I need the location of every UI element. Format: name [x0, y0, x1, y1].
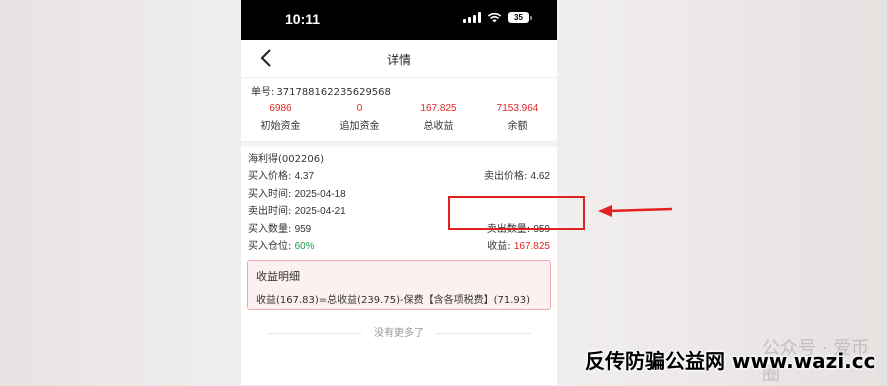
buy-quantity-label: 买入数量:: [248, 223, 292, 235]
stat-label: 余额: [507, 121, 528, 132]
stat-value: 0: [356, 103, 363, 114]
stat-value: 6986: [269, 103, 292, 114]
sell-time-label: 卖出时间:: [248, 206, 292, 217]
phone-screen: 10:11 35 详情 单号: 371788162235629568 6986 初…: [241, 0, 557, 385]
buy-quantity: 买入数量: 959: [248, 221, 311, 239]
sell-price: 卖出价格: 4.62: [484, 168, 550, 186]
sell-price-value: 4.62: [530, 171, 550, 182]
order-number-value: 371788162235629568: [276, 87, 391, 98]
stat-total-profit: 167.825 总收益: [399, 103, 478, 141]
sell-time-value: 2025-04-21: [294, 206, 346, 217]
order-number-label: 单号:: [251, 87, 275, 98]
stat-label: 总收益: [423, 121, 454, 132]
page-title: 详情: [386, 53, 411, 67]
buy-time: 买入时间: 2025-04-18: [248, 186, 346, 204]
battery-icon: 35: [508, 12, 532, 23]
wifi-icon: [487, 12, 502, 23]
annotation-arrow-icon: [598, 205, 673, 217]
profit: 收益: 167.825: [487, 238, 550, 256]
buy-position-label: 买入仓位:: [248, 241, 292, 252]
summary-stats: 6986 初始资金 0 追加资金 167.825 总收益 7153.964 余额: [241, 103, 557, 142]
buy-price: 买入价格: 4.37: [248, 168, 314, 186]
stat-value: 167.825: [420, 103, 457, 114]
site-watermark: 反传防骗公益网 www.wazi.cc: [585, 349, 876, 373]
profit-breakdown-title: 收益明细: [256, 269, 300, 283]
buy-price-value: 4.37: [294, 171, 315, 182]
profit-breakdown-formula: 收益(167.83)=总收益(239.75)-保费【含各项税费】(71.93): [256, 294, 531, 306]
profit-value: 167.825: [513, 241, 550, 252]
stat-label: 追加资金: [339, 121, 380, 132]
stat-added-funds: 0 追加资金: [320, 103, 399, 141]
sell-time: 卖出时间: 2025-04-21: [248, 203, 346, 221]
stock-name: 海利得(002206): [248, 154, 324, 165]
stat-initial-funds: 6986 初始资金: [241, 103, 320, 141]
annotation-highlight-box: [448, 196, 585, 230]
signal-icon: [463, 12, 481, 23]
profit-breakdown-card: 收益明细 收益(167.83)=总收益(239.75)-保费【含各项税费】(71…: [247, 259, 551, 310]
buy-position-value: 60%: [294, 241, 315, 252]
buy-quantity-value: 959: [294, 223, 312, 235]
status-icons: 35: [463, 12, 532, 23]
buy-position: 买入仓位: 60%: [248, 238, 315, 256]
detail-row: 买入价格: 4.37 卖出价格: 4.62: [248, 168, 550, 186]
order-number: 单号: 371788162235629568: [241, 78, 557, 98]
buy-time-label: 买入时间:: [248, 188, 292, 200]
stat-balance: 7153.964 余额: [478, 103, 557, 141]
status-bar: 10:11 35: [241, 0, 557, 40]
status-time: 10:11: [285, 11, 321, 27]
profit-label: 收益:: [487, 241, 511, 252]
buy-time-value: 2025-04-18: [294, 188, 346, 200]
buy-price-label: 买入价格:: [248, 171, 292, 182]
stat-value: 7153.964: [496, 103, 539, 114]
nav-bar: 详情: [241, 40, 557, 78]
no-more-text: 没有更多了: [241, 324, 557, 339]
sell-price-label: 卖出价格:: [483, 171, 528, 182]
detail-row: 买入仓位: 60% 收益: 167.825: [248, 238, 550, 256]
stat-label: 初始资金: [260, 121, 301, 132]
